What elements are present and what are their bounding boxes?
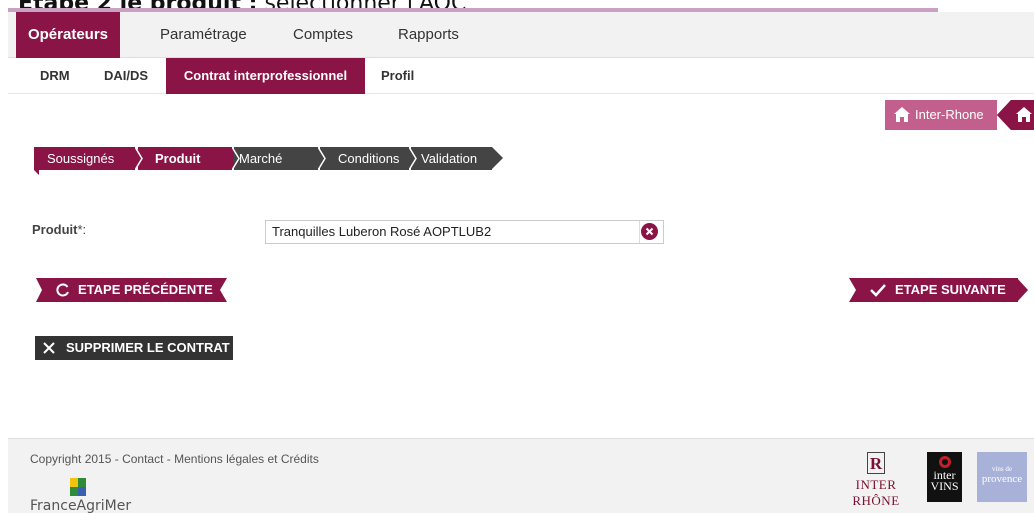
franceagrimer-logo[interactable]: FranceAgriMer xyxy=(30,498,131,513)
clear-icon[interactable] xyxy=(641,223,658,240)
step-conditions[interactable]: Conditions xyxy=(320,147,409,170)
step-marche[interactable]: Marché xyxy=(234,147,318,170)
step-separator-icon xyxy=(232,147,240,170)
sub-nav-contrat[interactable]: Contrat interprofessionnel xyxy=(166,58,365,94)
breadcrumb-chevron-icon xyxy=(997,100,1011,130)
step-separator-icon xyxy=(409,147,417,170)
previous-step-button[interactable]: ETAPE PRÉCÉDENTE xyxy=(44,278,216,302)
intervins-logo[interactable]: inter VINS xyxy=(927,452,962,502)
sub-nav-daids[interactable]: DAI/DS xyxy=(104,58,148,94)
home-breadcrumb-label: Inter-Rhone xyxy=(915,107,984,122)
step-separator-icon xyxy=(135,147,143,170)
sub-nav-drm[interactable]: DRM xyxy=(40,58,70,94)
input-separator xyxy=(639,221,640,243)
delete-contract-label: SUPPRIMER LE CONTRAT xyxy=(66,340,230,355)
home-root-button[interactable] xyxy=(1011,100,1034,130)
interrhone-logo[interactable]: R INTER RHÔNE xyxy=(836,452,916,508)
delete-contract-button[interactable]: SUPPRIMER LE CONTRAT xyxy=(35,336,233,360)
refresh-icon xyxy=(56,283,69,297)
step-produit[interactable]: Produit xyxy=(138,147,232,170)
stepper-tail xyxy=(34,170,39,175)
check-icon xyxy=(870,284,886,297)
btn-next-arrow xyxy=(1017,278,1028,302)
previous-step-label: ETAPE PRÉCÉDENTE xyxy=(78,282,213,297)
home-icon xyxy=(894,107,910,122)
main-nav-operateurs[interactable]: Opérateurs xyxy=(16,12,120,58)
step-validation[interactable]: Validation xyxy=(411,147,492,170)
main-nav: Opérateurs Paramétrage Comptes Rapports xyxy=(8,12,1034,58)
legal-link[interactable]: Mentions légales et Crédits xyxy=(174,452,319,466)
home-icon xyxy=(1016,107,1032,122)
sub-nav: DRM DAI/DS Contrat interprofessionnel Pr… xyxy=(8,58,1034,94)
step-arrow xyxy=(492,147,503,169)
vins-de-provence-logo[interactable]: vins de provence xyxy=(977,452,1027,502)
step-soussignes[interactable]: Soussignés xyxy=(34,147,135,170)
produit-label: Produit*: xyxy=(32,222,87,237)
next-step-label: ETAPE SUIVANTE xyxy=(895,282,1006,297)
produit-select[interactable]: Tranquilles Luberon Rosé AOPTLUB2 xyxy=(265,220,664,244)
home-breadcrumb-button[interactable]: Inter-Rhone xyxy=(885,100,997,130)
main-nav-comptes[interactable]: Comptes xyxy=(293,12,353,58)
step-separator-icon xyxy=(318,147,326,170)
main-nav-rapports[interactable]: Rapports xyxy=(398,12,459,58)
sub-nav-profil[interactable]: Profil xyxy=(381,58,414,94)
footer-links: Copyright 2015 - Contact - Mentions léga… xyxy=(30,452,319,466)
franceagrimer-logo-icon xyxy=(70,478,86,496)
main-nav-parametrage[interactable]: Paramétrage xyxy=(160,12,247,58)
close-icon xyxy=(43,342,55,354)
contact-link[interactable]: Contact xyxy=(122,452,163,466)
copyright-text: Copyright 2015 xyxy=(30,452,112,466)
btn-prev-arrow xyxy=(216,278,227,302)
next-step-button[interactable]: ETAPE SUIVANTE xyxy=(860,278,1018,302)
